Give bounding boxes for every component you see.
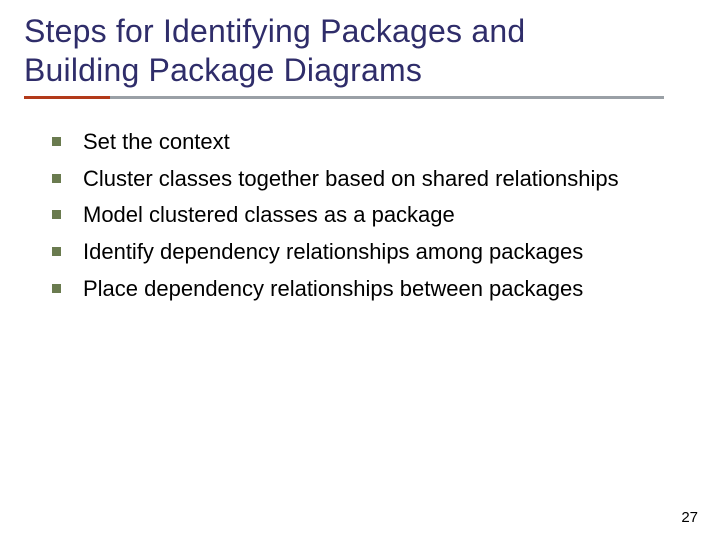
list-item-text: Cluster classes together based on shared… — [83, 164, 619, 194]
slide: Steps for Identifying Packages and Build… — [0, 0, 720, 540]
square-bullet-icon — [52, 284, 61, 293]
title-underline — [24, 96, 664, 99]
list-item-text: Set the context — [83, 127, 230, 157]
list-item-text: Model clustered classes as a package — [83, 200, 455, 230]
square-bullet-icon — [52, 247, 61, 256]
list-item: Model clustered classes as a package — [52, 200, 686, 230]
list-item-text: Identify dependency relationships among … — [83, 237, 583, 267]
slide-title: Steps for Identifying Packages and Build… — [24, 12, 696, 90]
page-number: 27 — [681, 509, 698, 526]
list-item-text: Place dependency relationships between p… — [83, 274, 583, 304]
title-block: Steps for Identifying Packages and Build… — [24, 12, 696, 105]
underline-accent — [24, 96, 110, 99]
title-line-2: Building Package Diagrams — [24, 52, 422, 88]
title-line-1: Steps for Identifying Packages and — [24, 13, 525, 49]
list-item: Set the context — [52, 127, 686, 157]
list-item: Cluster classes together based on shared… — [52, 164, 686, 194]
square-bullet-icon — [52, 137, 61, 146]
list-item: Place dependency relationships between p… — [52, 274, 686, 304]
list-item: Identify dependency relationships among … — [52, 237, 686, 267]
square-bullet-icon — [52, 210, 61, 219]
underline-gray — [24, 96, 664, 99]
square-bullet-icon — [52, 174, 61, 183]
bullet-list: Set the context Cluster classes together… — [24, 127, 696, 303]
